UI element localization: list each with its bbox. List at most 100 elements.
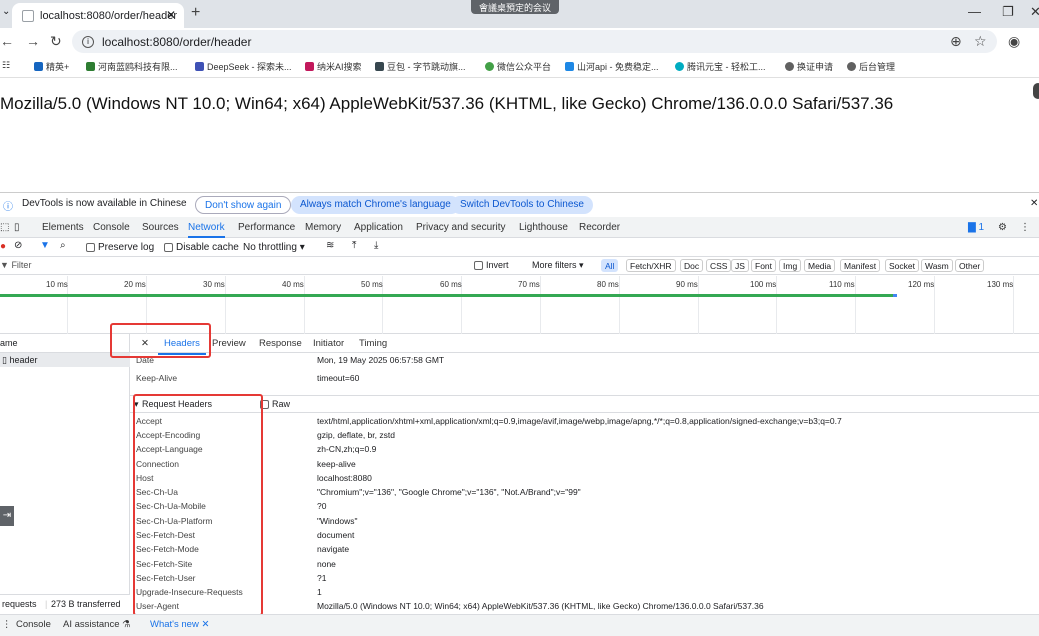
filter-chip-wasm[interactable]: Wasm: [921, 259, 953, 272]
device-toolbar-icon[interactable]: ▯: [14, 222, 20, 233]
tab-application[interactable]: Application: [354, 222, 403, 233]
restore-icon[interactable]: ❐: [1002, 4, 1014, 20]
filter-funnel-icon[interactable]: ▼: [40, 240, 50, 251]
filter-chip-manifest[interactable]: Manifest: [840, 259, 881, 272]
filter-chip-fetch-xhr[interactable]: Fetch/XHR: [626, 259, 676, 272]
back-icon[interactable]: ←: [0, 33, 14, 49]
tab-console[interactable]: Console: [93, 222, 130, 233]
header-key: Accept-Language: [136, 444, 203, 454]
request-headers-section[interactable]: ▾ Request Headers Raw: [130, 395, 1039, 413]
tab-elements[interactable]: Elements: [42, 222, 84, 233]
tab-response[interactable]: Response: [259, 338, 302, 349]
tab-privacy-security[interactable]: Privacy and security: [416, 222, 505, 233]
import-har-icon[interactable]: ⤒: [352, 240, 356, 251]
tab-recorder[interactable]: Recorder: [579, 222, 620, 233]
bookmark-item[interactable]: 微信公众平台: [485, 60, 551, 73]
settings-gear-icon[interactable]: ⚙: [998, 222, 1007, 233]
bookmark-item[interactable]: 精英+: [34, 60, 69, 73]
forward-icon[interactable]: →: [26, 33, 40, 49]
disable-cache-checkbox[interactable]: Disable cache: [164, 242, 239, 253]
filter-chip-socket[interactable]: Socket: [885, 259, 919, 272]
timeline-tick-label: 40 ms: [282, 280, 304, 289]
filter-chip-other[interactable]: Other: [955, 259, 985, 272]
document-icon: ▯: [2, 355, 7, 365]
infobar-close-icon[interactable]: ✕: [1030, 198, 1038, 209]
bookmark-item[interactable]: DeepSeek - 探索未...: [195, 60, 292, 73]
drawer-tab-console[interactable]: Console: [16, 619, 51, 630]
sidebar-toggle-icon[interactable]: ⇥: [0, 506, 14, 526]
throttling-select[interactable]: No throttling ▾: [243, 242, 305, 253]
tab-performance[interactable]: Performance: [238, 222, 295, 233]
bookmark-item[interactable]: 腾讯元宝 - 轻松工...: [675, 60, 766, 73]
zoom-icon[interactable]: ⊕: [950, 33, 962, 50]
filter-chip-all[interactable]: All: [601, 259, 619, 272]
clear-icon[interactable]: ⊘: [14, 240, 22, 251]
bookmark-item[interactable]: 纳米AI搜索: [305, 60, 362, 73]
filter-chip-doc[interactable]: Doc: [680, 259, 704, 272]
timeline-tick-label: 80 ms: [597, 280, 619, 289]
request-row[interactable]: ▯ header: [0, 353, 130, 367]
flask-icon: ⚗: [122, 619, 131, 630]
url-omnibox[interactable]: i localhost:8080/order/header: [72, 30, 997, 53]
filter-chip-js[interactable]: JS: [731, 259, 749, 272]
bookmark-item[interactable]: 换证申请: [785, 60, 833, 73]
export-har-icon[interactable]: ⤓: [374, 240, 378, 251]
tab-headers[interactable]: Headers: [158, 338, 206, 355]
more-options-icon[interactable]: ⋮: [1020, 222, 1030, 233]
inspect-element-icon[interactable]: ⬚: [0, 222, 9, 233]
tab-preview[interactable]: Preview: [212, 338, 246, 349]
filter-chip-css[interactable]: CSS: [706, 259, 732, 272]
dont-show-again-button[interactable]: Don't show again: [195, 196, 292, 214]
devtools-tab-bar: ⬚ ▯ Elements Console Sources Network Per…: [0, 217, 1039, 238]
bookmark-item[interactable]: 后台管理: [847, 60, 895, 73]
search-icon[interactable]: ⌕: [60, 240, 66, 251]
drawer-tab-close-icon[interactable]: ✕: [201, 619, 209, 630]
tab-initiator[interactable]: Initiator: [313, 338, 344, 349]
filter-chip-img[interactable]: Img: [779, 259, 802, 272]
tab-close-icon[interactable]: ✕: [166, 8, 176, 22]
url-text[interactable]: localhost:8080/order/header: [102, 35, 251, 49]
switch-to-chinese-button[interactable]: Switch DevTools to Chinese: [451, 196, 593, 214]
drawer-tab-ai-assistance[interactable]: AI assistance ⚗: [63, 619, 131, 630]
preserve-log-checkbox[interactable]: Preserve log: [86, 242, 154, 253]
detail-tab-bar: ✕ Headers Preview Response Initiator Tim…: [130, 334, 1039, 355]
filter-input[interactable]: ▼ Filter: [0, 260, 31, 270]
tab-timing[interactable]: Timing: [359, 338, 387, 349]
network-timeline-overview[interactable]: 10 ms 20 ms 30 ms 40 ms 50 ms 60 ms 70 m…: [0, 276, 1039, 334]
filter-chip-media[interactable]: Media: [804, 259, 836, 272]
tab-network[interactable]: Network: [188, 222, 225, 238]
issues-badge[interactable]: ▇ 1: [968, 222, 984, 233]
filter-chip-font[interactable]: Font: [751, 259, 777, 272]
drawer-menu-icon[interactable]: ⋮: [2, 619, 12, 630]
record-icon[interactable]: ●: [0, 241, 6, 252]
bookmark-item[interactable]: 山河api - 免费稳定...: [565, 60, 659, 73]
devtools-language-infobar: ⓘ DevTools is now available in Chinese D…: [0, 192, 1039, 215]
always-match-language-button[interactable]: Always match Chrome's language: [291, 196, 460, 214]
header-key: Sec-Fetch-User: [136, 573, 196, 583]
tab-search-chevron-icon[interactable]: ⌄: [2, 6, 10, 17]
close-detail-icon[interactable]: ✕: [141, 338, 149, 349]
tab-memory[interactable]: Memory: [305, 222, 341, 233]
more-filters-dropdown[interactable]: More filters ▾: [532, 260, 584, 271]
invert-checkbox[interactable]: Invert: [474, 260, 509, 271]
tab-lighthouse[interactable]: Lighthouse: [519, 222, 568, 233]
bookmark-item[interactable]: 豆包 - 字节跳动旗...: [375, 60, 466, 73]
section-expand-icon[interactable]: ▾: [134, 399, 139, 410]
apps-grid-icon[interactable]: ☷: [2, 60, 10, 71]
reload-icon[interactable]: ↻: [50, 33, 62, 50]
tab-sources[interactable]: Sources: [142, 222, 179, 233]
site-info-icon[interactable]: i: [82, 35, 94, 48]
bookmark-item[interactable]: 河南蓝鸥科技有限...: [86, 60, 178, 73]
close-window-icon[interactable]: ✕: [1030, 4, 1039, 20]
network-conditions-icon[interactable]: ≋: [326, 240, 334, 251]
bookmark-star-icon[interactable]: ☆: [974, 33, 987, 50]
minimize-icon[interactable]: —: [968, 4, 981, 19]
name-column-header[interactable]: ame: [0, 334, 130, 353]
section-title: Request Headers: [142, 399, 213, 409]
profile-icon[interactable]: ◉: [1008, 33, 1020, 50]
new-tab-icon[interactable]: +: [191, 4, 200, 22]
raw-checkbox[interactable]: Raw: [260, 399, 290, 410]
browser-tab[interactable]: localhost:8080/order/header ✕: [12, 3, 184, 28]
drawer-tab-whats-new[interactable]: What's new ✕: [150, 619, 209, 630]
page-scroll-handle[interactable]: [1033, 83, 1039, 99]
